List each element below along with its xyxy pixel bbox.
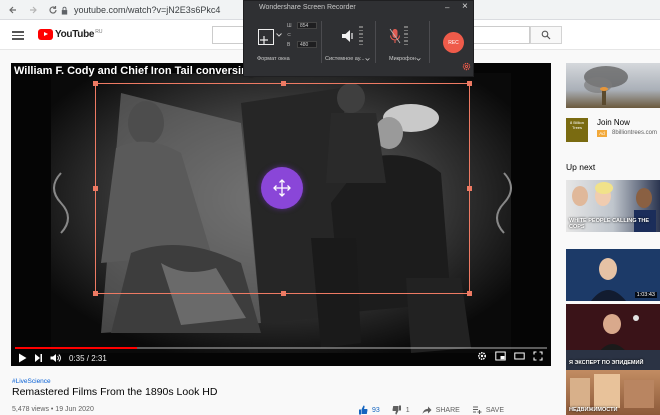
save-button[interactable]: SAVE: [472, 405, 504, 415]
theater-icon[interactable]: [514, 351, 525, 361]
miniplayer-icon[interactable]: [495, 351, 506, 361]
search-icon: [541, 30, 551, 40]
menu-icon[interactable]: [12, 31, 24, 40]
resize-handle-nw[interactable]: [93, 81, 98, 86]
move-region-button[interactable]: [261, 167, 303, 209]
microphone-label[interactable]: Микрофон: [389, 56, 416, 62]
resize-handle-w[interactable]: [93, 186, 98, 191]
video-actions: 93 1 SHARE SAVE: [358, 405, 516, 415]
address-bar[interactable]: youtube.com/watch?v=jN2E3s6Pkc4: [60, 3, 240, 17]
divider: [429, 21, 430, 63]
minimize-button[interactable]: –: [445, 3, 449, 12]
settings-icon[interactable]: [477, 351, 487, 361]
chevron-down-icon[interactable]: [365, 58, 370, 61]
share-label: SHARE: [435, 406, 460, 414]
region-select-button[interactable]: [258, 29, 274, 45]
thumb-caption: НЕДВИЖИМОСТИ: [569, 407, 618, 413]
ad-join-title[interactable]: Join Now: [597, 118, 630, 127]
save-icon: [472, 406, 482, 414]
youtube-logo-text: YouTube: [55, 29, 95, 40]
system-audio-level: [359, 26, 363, 45]
thumb-caption: WHITE PEOPLE CALLING THE COPS: [569, 218, 650, 230]
chevron-down-icon[interactable]: [276, 33, 282, 37]
player-controls: 0:35 / 2:31: [11, 350, 551, 366]
width-label: Ш: [287, 22, 292, 29]
region-format-label: Формат окна: [257, 56, 290, 62]
resize-handle-s[interactable]: [281, 291, 286, 296]
divider: [375, 21, 376, 63]
like-icon: [359, 405, 368, 415]
progress-bar[interactable]: [15, 347, 547, 349]
lock-icon: [61, 6, 68, 15]
hashtag-link[interactable]: #LiveScience: [12, 378, 51, 385]
resize-handle-se[interactable]: [467, 291, 472, 296]
resize-handle-sw[interactable]: [93, 291, 98, 296]
move-icon: [273, 179, 291, 197]
resize-handle-n[interactable]: [281, 81, 286, 86]
dislike-icon: [392, 405, 401, 415]
video-title: Remastered Films From the 1890s Look HD: [12, 386, 218, 398]
ad-image[interactable]: [566, 63, 660, 108]
share-button[interactable]: SHARE: [422, 405, 460, 415]
lock-ratio-icon[interactable]: ⊂: [287, 32, 297, 38]
microphone-icon[interactable]: [389, 28, 401, 44]
volume-icon[interactable]: [50, 351, 61, 365]
width-field[interactable]: 854: [297, 22, 317, 29]
dimension-fields: Ш 854 ⊂ В 480: [287, 22, 317, 51]
progress-fill: [15, 347, 138, 349]
time-display: 0:35 / 2:31: [69, 353, 107, 363]
thumb-portrait-image: [566, 304, 660, 356]
crop-plus-icon: [260, 36, 268, 44]
close-button[interactable]: ×: [462, 1, 468, 12]
screen-recorder-panel: Wondershare Screen Recorder – × Ш 854 ⊂ В…: [243, 0, 474, 77]
divider: [321, 21, 322, 63]
save-label: SAVE: [485, 406, 504, 414]
gear-icon[interactable]: [462, 62, 471, 71]
reload-icon[interactable]: [46, 3, 60, 17]
back-icon[interactable]: [6, 3, 20, 17]
resize-handle-e[interactable]: [467, 186, 472, 191]
sidebar-video-thumb[interactable]: 1:03:43: [566, 249, 660, 301]
resize-handle-ne[interactable]: [467, 81, 472, 86]
ad-url[interactable]: 8billiontrees.com: [612, 130, 657, 136]
ad-smoke-image: [584, 66, 628, 105]
chevron-down-icon[interactable]: [416, 58, 421, 61]
view-stats: 5,478 views • 19 Jun 2020: [12, 406, 94, 413]
record-button[interactable]: REC: [443, 32, 464, 53]
speaker-icon[interactable]: [341, 28, 355, 44]
ad-badge: Ad: [597, 130, 607, 137]
dislike-count: 1: [405, 406, 410, 414]
like-button[interactable]: 93: [358, 405, 380, 415]
microphone-level: [404, 26, 408, 45]
play-icon[interactable]: [18, 351, 27, 365]
video-duration: 1:03:43: [634, 292, 657, 298]
youtube-region: RU: [95, 29, 103, 35]
youtube-logo[interactable]: YouTube RU: [38, 29, 102, 40]
dislike-button[interactable]: 1: [392, 405, 410, 415]
system-audio-label[interactable]: Системное ау...: [325, 56, 365, 62]
share-icon: [422, 406, 432, 414]
up-next-heading: Up next: [566, 162, 596, 172]
search-button[interactable]: [530, 26, 562, 44]
fullscreen-icon[interactable]: [533, 351, 543, 361]
youtube-play-logo-icon: [38, 29, 53, 40]
video-overlay-title: William F. Cody and Chief Iron Tail conv…: [14, 65, 278, 77]
like-count: 93: [372, 406, 380, 414]
thumb-caption: Я ЭКСПЕРТ ПО ЭПИДЕМИЙ: [569, 360, 644, 366]
recorder-title: Wondershare Screen Recorder: [259, 4, 356, 11]
next-icon[interactable]: [34, 351, 43, 365]
url-text: youtube.com/watch?v=jN2E3s6Pkc4: [74, 5, 221, 15]
sidebar-video-thumb[interactable]: [566, 304, 660, 356]
height-label: В: [287, 41, 291, 48]
ad-logo[interactable]: 8 Billion Trees: [566, 118, 588, 142]
height-field[interactable]: 480: [297, 41, 317, 48]
sidebar-video-thumb[interactable]: НЕДВИЖИМОСТИ: [566, 370, 660, 415]
sidebar-video-thumb[interactable]: WHITE PEOPLE CALLING THE COPS: [566, 180, 660, 232]
forward-icon[interactable]: [26, 3, 40, 17]
